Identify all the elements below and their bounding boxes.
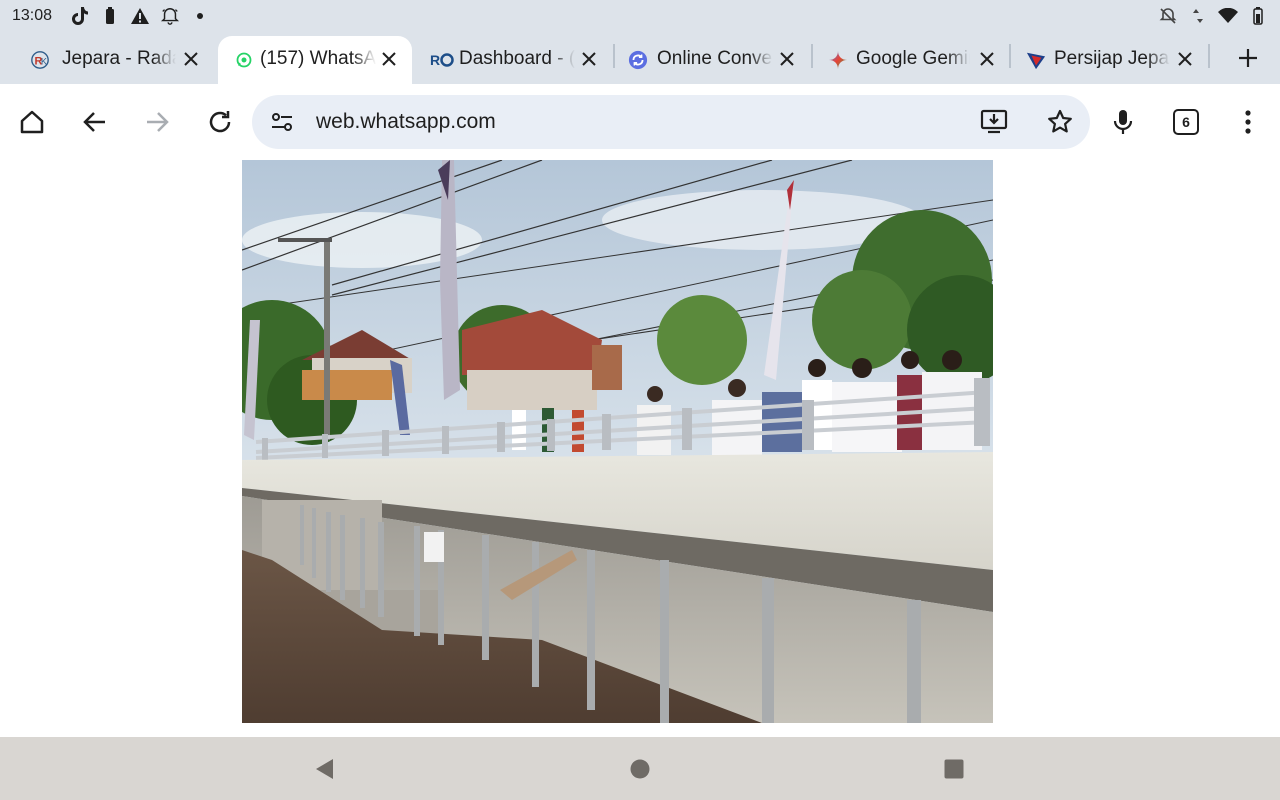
svg-text:R: R xyxy=(430,52,440,68)
home-button[interactable] xyxy=(12,102,52,142)
tab-strip: RK Jepara - Rada (157) WhatsAp R Dashboa… xyxy=(0,32,1280,84)
bridge-photo-image xyxy=(242,160,993,723)
bookmark-star-icon[interactable] xyxy=(1046,108,1074,136)
tab-persijap[interactable]: Persijap Jepar xyxy=(1010,36,1208,84)
back-button[interactable] xyxy=(75,102,115,142)
install-app-icon[interactable] xyxy=(980,108,1008,136)
reload-button[interactable] xyxy=(200,102,240,142)
battery-saver-icon xyxy=(100,6,120,26)
tab-count: 6 xyxy=(1173,109,1199,135)
tab-switcher-button[interactable]: 6 xyxy=(1166,102,1206,142)
persijap-favicon-icon xyxy=(1026,50,1046,70)
svg-text:K: K xyxy=(41,57,47,67)
tab-title: Dashboard - ( xyxy=(459,48,575,69)
ro-favicon-icon: R xyxy=(430,50,456,70)
close-icon[interactable] xyxy=(776,48,798,70)
forward-button[interactable] xyxy=(137,102,177,142)
triangle-back-icon xyxy=(316,759,333,779)
tab-gemini[interactable]: Google Gemin xyxy=(812,36,1010,84)
gemini-favicon-icon xyxy=(828,50,848,70)
nav-recents-button[interactable] xyxy=(942,757,966,781)
close-icon[interactable] xyxy=(378,48,400,70)
tab-whatsapp[interactable]: (157) WhatsAp xyxy=(218,36,412,84)
notifications-off-icon xyxy=(1158,6,1178,26)
tab-title: (157) WhatsAp xyxy=(260,48,376,69)
menu-button[interactable] xyxy=(1228,102,1268,142)
new-tab-button[interactable] xyxy=(1234,44,1262,72)
tab-title: Online Conver xyxy=(657,48,773,69)
arrow-left-icon xyxy=(83,112,105,132)
close-icon[interactable] xyxy=(976,48,998,70)
arrow-right-icon xyxy=(147,112,169,132)
more-vert-icon xyxy=(1245,110,1251,134)
radar-favicon-icon: RK xyxy=(30,50,50,70)
reload-icon xyxy=(209,111,231,133)
wifi-icon xyxy=(1218,6,1238,26)
close-icon[interactable] xyxy=(1174,48,1196,70)
tiktok-icon xyxy=(70,6,90,26)
status-time: 13:08 xyxy=(12,7,53,24)
url-text[interactable]: web.whatsapp.com xyxy=(316,110,496,134)
tab-title: Jepara - Rada xyxy=(62,48,176,69)
tab-divider xyxy=(1208,44,1210,68)
browser-toolbar: web.whatsapp.com 6 xyxy=(0,84,1280,160)
dot-icon xyxy=(190,6,210,26)
bridge-photo[interactable] xyxy=(242,160,993,723)
convert-favicon-icon xyxy=(628,50,648,70)
page-content xyxy=(0,160,1280,737)
close-icon[interactable] xyxy=(180,48,202,70)
battery-icon xyxy=(1248,6,1268,26)
warning-icon xyxy=(130,6,150,26)
android-nav-bar xyxy=(0,737,1280,800)
microphone-icon xyxy=(1113,110,1133,134)
whatsapp-favicon-icon xyxy=(234,50,254,70)
tab-title: Google Gemin xyxy=(856,48,970,69)
nav-back-button[interactable] xyxy=(312,757,336,781)
tab-jepara[interactable]: RK Jepara - Rada xyxy=(0,36,214,84)
voice-search-button[interactable] xyxy=(1103,102,1143,142)
square-recents-icon xyxy=(944,759,964,779)
bell-icon xyxy=(160,6,180,26)
home-icon xyxy=(20,110,44,134)
nav-home-button[interactable] xyxy=(628,757,652,781)
data-arrows-icon xyxy=(1188,6,1208,26)
tab-dashboard[interactable]: R Dashboard - ( xyxy=(414,36,612,84)
circle-home-icon xyxy=(630,759,650,779)
site-settings-icon[interactable] xyxy=(270,110,294,134)
tab-online-convert[interactable]: Online Conver xyxy=(614,36,810,84)
close-icon[interactable] xyxy=(578,48,600,70)
tab-title: Persijap Jepar xyxy=(1054,48,1170,69)
omnibox[interactable]: web.whatsapp.com xyxy=(252,95,1090,149)
status-bar: 13:08 xyxy=(0,0,1280,32)
